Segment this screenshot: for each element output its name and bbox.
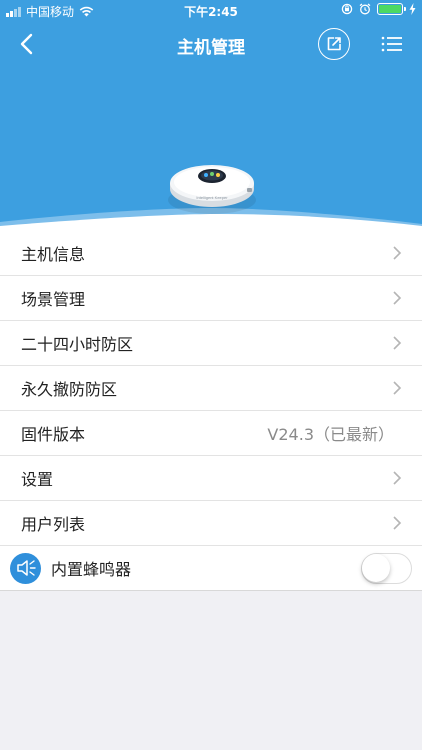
page-title: 主机管理 — [177, 38, 245, 58]
share-icon — [327, 37, 341, 51]
chevron-right-icon — [393, 291, 402, 305]
device-brand-text: Intelligent Keeper — [196, 195, 228, 200]
header-banner: 中国移动 下午2:45 主机管理 Intelligent Keeper — [0, 0, 422, 232]
menu-row-scene-management[interactable]: 场景管理 — [0, 276, 422, 321]
menu-label: 永久撤防防区 — [21, 380, 118, 399]
share-button[interactable] — [318, 28, 350, 60]
menu-row-permanent-disarm-zone[interactable]: 永久撤防防区 — [0, 366, 422, 411]
alarm-clock-icon — [359, 3, 371, 15]
menu-button[interactable] — [378, 30, 406, 58]
menu-label: 主机信息 — [21, 245, 86, 264]
menu-label: 用户列表 — [21, 515, 86, 534]
speaker-icon — [10, 552, 41, 584]
menu-row-24h-zone[interactable]: 二十四小时防区 — [0, 321, 422, 366]
chevron-right-icon — [393, 246, 402, 260]
chevron-right-icon — [393, 516, 402, 530]
menu-label: 场景管理 — [21, 290, 86, 309]
chevron-right-icon — [393, 471, 402, 485]
list-menu-icon — [381, 36, 402, 52]
battery-icon — [377, 3, 406, 15]
menu-row-settings[interactable]: 设置 — [0, 456, 422, 501]
menu-label: 设置 — [21, 470, 54, 489]
rotation-lock-icon — [341, 3, 353, 15]
navigation-bar: 主机管理 — [0, 24, 422, 64]
status-right — [341, 3, 416, 15]
settings-list: 主机信息 场景管理 二十四小时防区 永久撤防防区 固件版本 V24.3（已最新）… — [0, 231, 422, 591]
firmware-version-value: V24.3（已最新） — [267, 425, 394, 444]
menu-row-firmware-version: 固件版本 V24.3（已最新） — [0, 411, 422, 456]
status-bar: 中国移动 下午2:45 — [0, 0, 422, 22]
device-image: Intelligent Keeper — [166, 155, 258, 217]
chevron-right-icon — [393, 381, 402, 395]
charging-icon — [409, 3, 416, 15]
menu-row-user-list[interactable]: 用户列表 — [0, 501, 422, 546]
toggle-knob — [362, 554, 390, 582]
menu-row-buzzer: 内置蜂鸣器 — [0, 546, 422, 591]
hub-device-icon: Intelligent Keeper — [168, 165, 256, 214]
buzzer-toggle[interactable] — [361, 553, 412, 584]
chevron-right-icon — [393, 336, 402, 350]
menu-row-host-info[interactable]: 主机信息 — [0, 231, 422, 276]
menu-label: 二十四小时防区 — [21, 335, 134, 354]
